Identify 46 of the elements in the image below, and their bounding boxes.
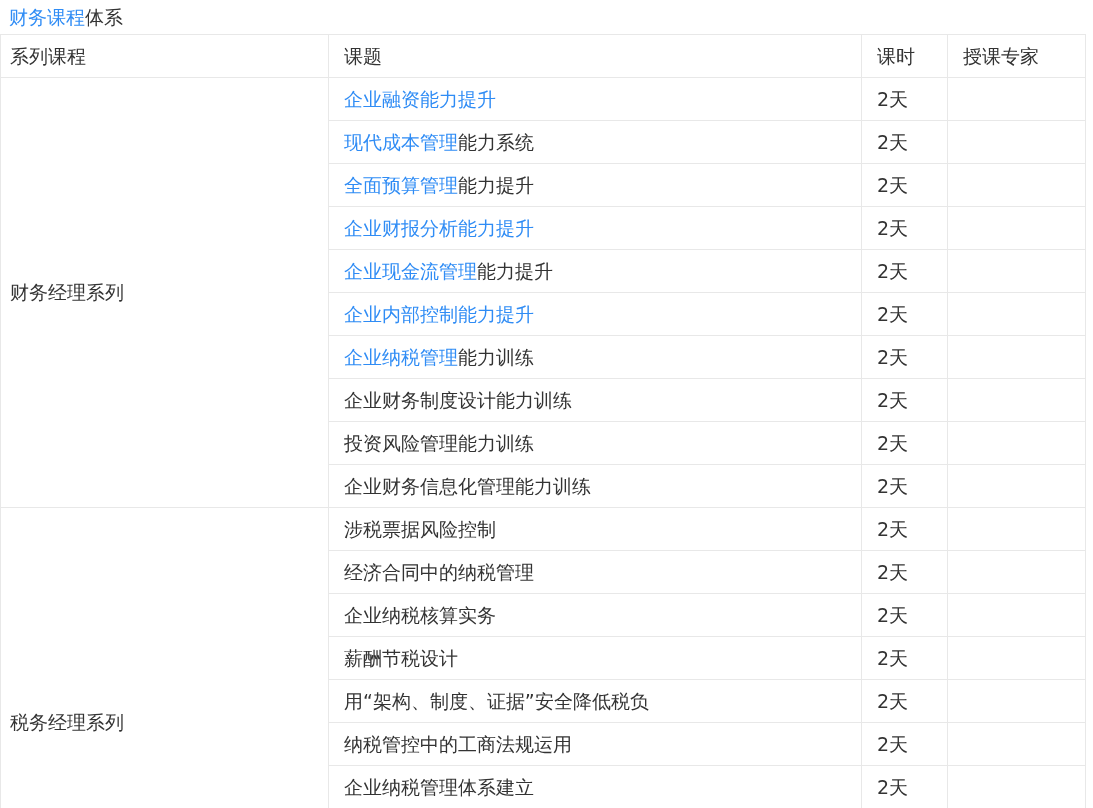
course-title: 企业纳税管理能力训练	[344, 345, 534, 368]
course-title: 经济合同中的纳税管理	[344, 560, 534, 583]
course-hours: 2天	[877, 560, 909, 583]
course-link[interactable]: 企业财报分析能力提升	[344, 216, 534, 239]
course-hours: 2天	[877, 173, 909, 196]
course-hours: 2天	[877, 388, 909, 411]
course-title: 全面预算管理能力提升	[344, 173, 534, 196]
course-title: 企业财务制度设计能力训练	[344, 388, 572, 411]
column-header: 课时	[877, 44, 915, 67]
course-hours: 2天	[877, 474, 909, 497]
course-hours: 2天	[877, 87, 909, 110]
course-title: 企业纳税核算实务	[344, 603, 496, 626]
course-title: 涉税票据风险控制	[344, 517, 496, 540]
column-header: 课题	[344, 44, 382, 67]
course-title: 纳税管控中的工商法规运用	[344, 732, 572, 755]
course-title: 企业财务信息化管理能力训练	[344, 474, 591, 497]
column-header: 授课专家	[963, 44, 1039, 67]
course-hours: 2天	[877, 216, 909, 239]
course-title: 投资风险管理能力训练	[344, 431, 534, 454]
course-link[interactable]: 现代成本管理	[344, 130, 458, 153]
course-title: 现代成本管理能力系统	[344, 130, 534, 153]
course-link[interactable]: 全面预算管理	[344, 173, 458, 196]
course-hours: 2天	[877, 517, 909, 540]
course-hours: 2天	[877, 603, 909, 626]
course-hours: 2天	[877, 431, 909, 454]
course-link[interactable]: 企业纳税管理	[344, 345, 458, 368]
course-hours: 2天	[877, 302, 909, 325]
course-link[interactable]: 企业融资能力提升	[344, 87, 496, 110]
course-hours: 2天	[877, 130, 909, 153]
course-link[interactable]: 企业内部控制能力提升	[344, 302, 534, 325]
course-title: 薪酬节税设计	[344, 646, 458, 669]
course-title: 用“架构、制度、证据”安全降低税负	[344, 689, 649, 712]
course-hours: 2天	[877, 646, 909, 669]
course-hours: 2天	[877, 775, 909, 798]
course-hours: 2天	[877, 732, 909, 755]
course-hours: 2天	[877, 259, 909, 282]
series-name: 财务经理系列	[10, 281, 124, 304]
course-hours: 2天	[877, 345, 909, 368]
title-link[interactable]: 财务课程	[9, 5, 85, 28]
course-title: 企业纳税管理体系建立	[344, 775, 534, 798]
series-name: 税务经理系列	[10, 711, 124, 733]
course-title: 企业现金流管理能力提升	[344, 259, 553, 282]
column-header: 系列课程	[10, 44, 86, 67]
course-link[interactable]: 企业现金流管理	[344, 259, 477, 282]
section-title: 财务课程体系	[9, 4, 123, 30]
course-hours: 2天	[877, 689, 909, 712]
